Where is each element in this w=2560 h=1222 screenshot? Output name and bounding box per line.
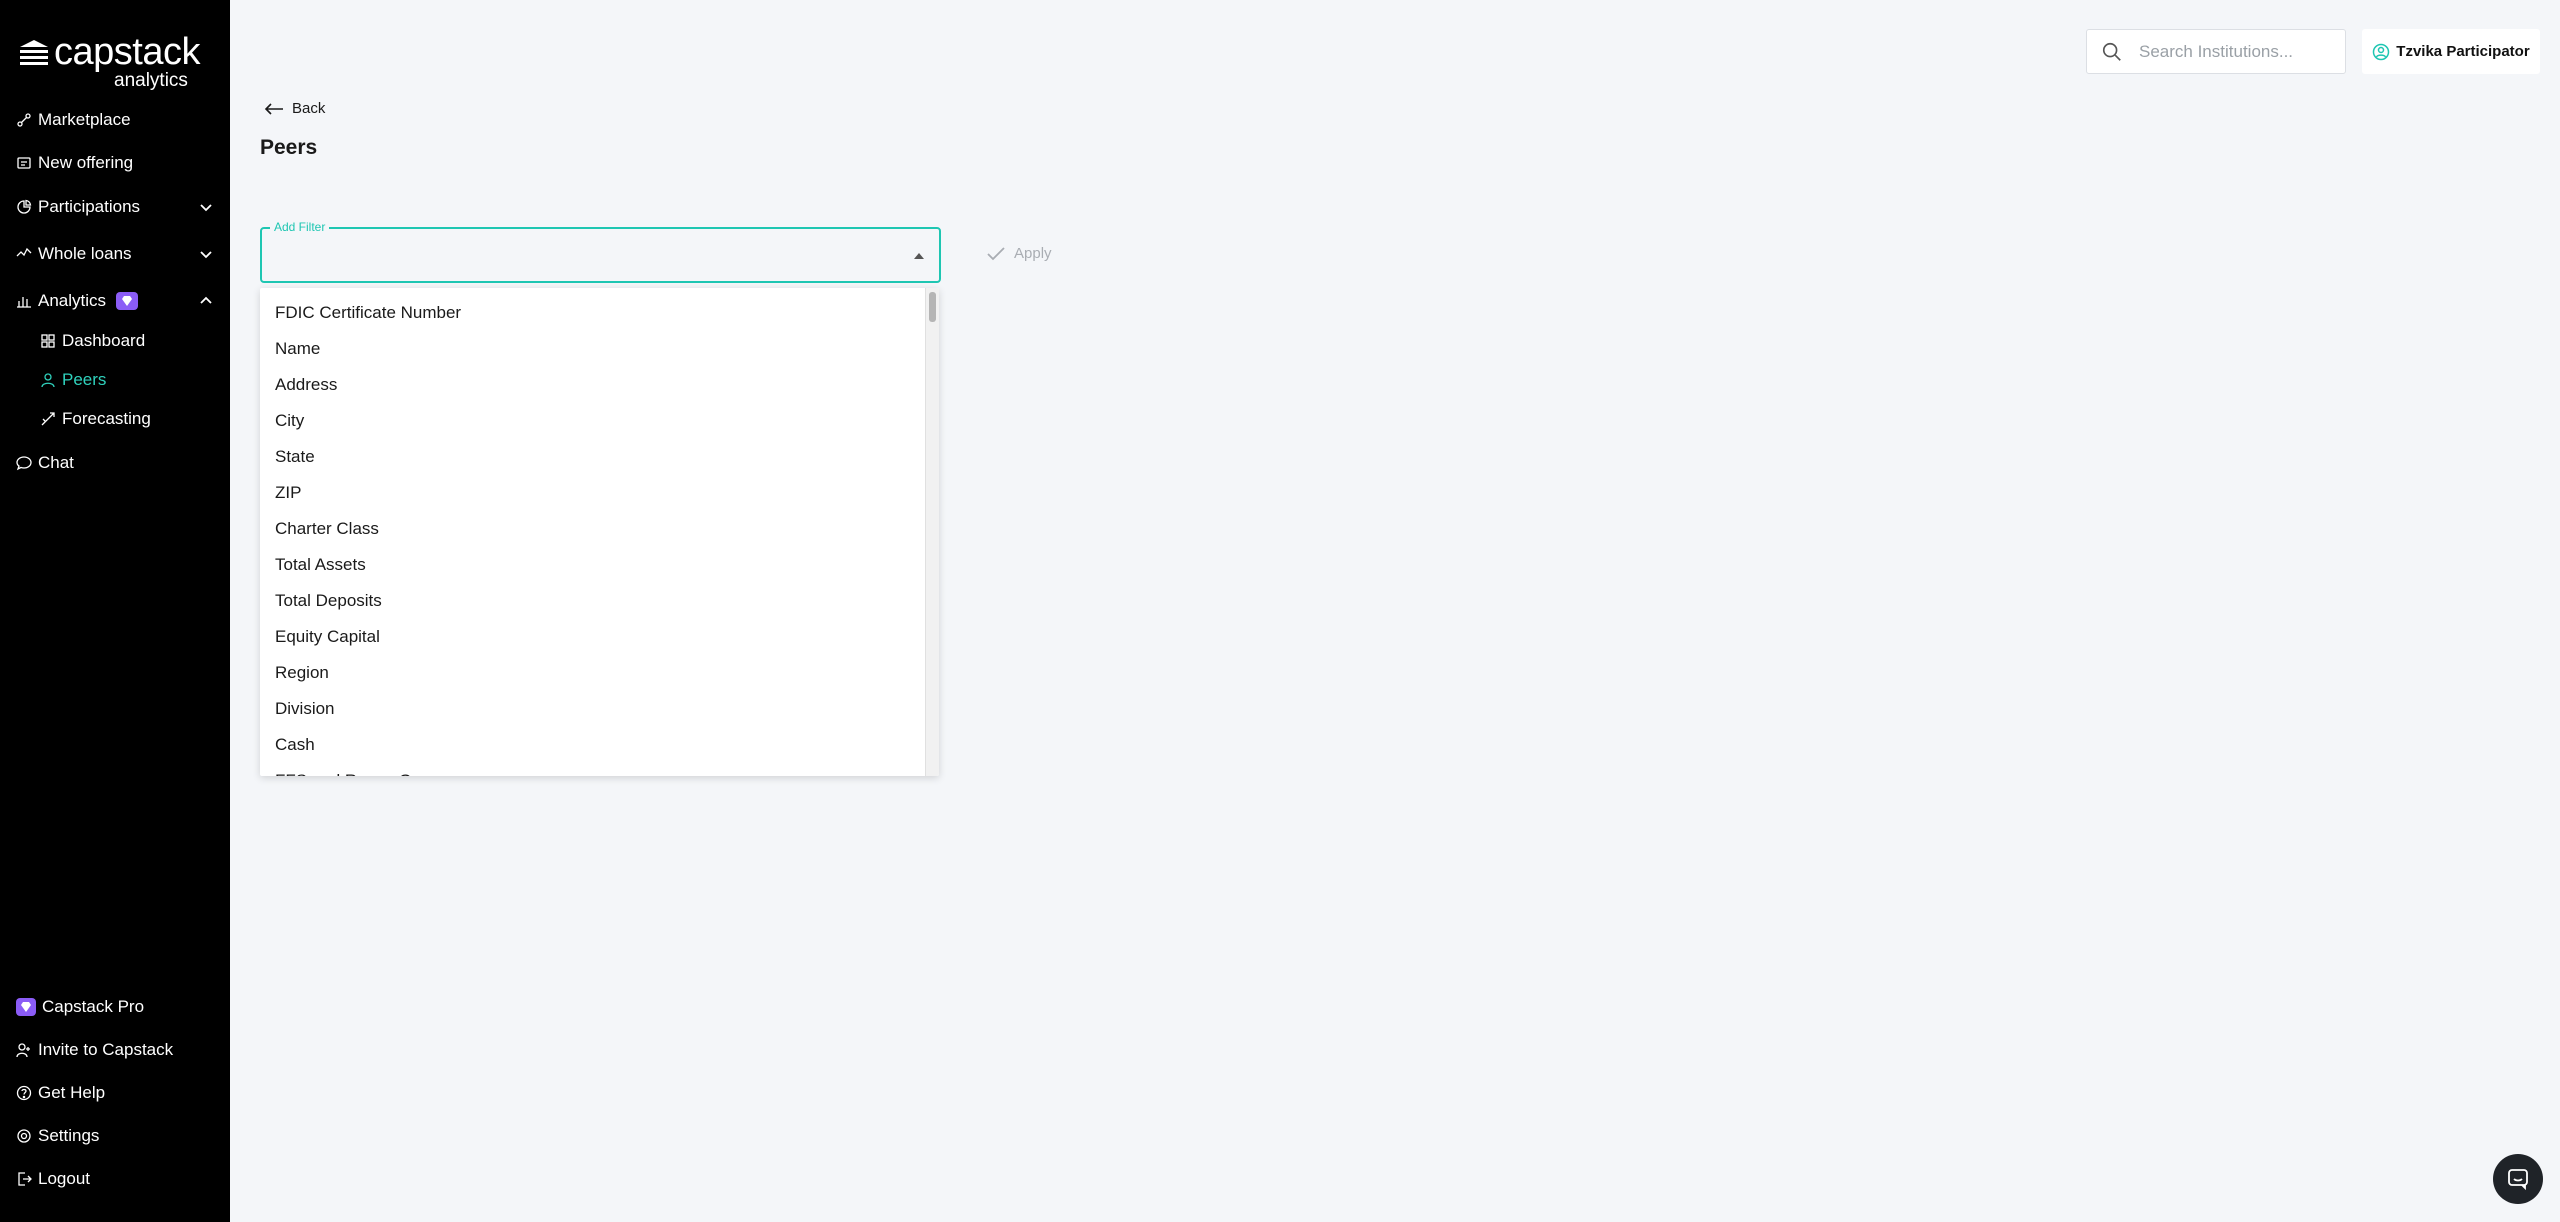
institution-search[interactable] xyxy=(2086,29,2346,74)
brand-sub: analytics xyxy=(114,70,188,91)
add-filter-select[interactable] xyxy=(260,227,941,283)
user-name: Tzvika Participator xyxy=(2396,43,2530,60)
filter-option-fdic-certificate-number[interactable]: FDIC Certificate Number xyxy=(260,300,939,336)
check-icon xyxy=(987,246,1005,260)
sidebar-item-chat[interactable]: Chat xyxy=(16,447,216,479)
new-offering-icon xyxy=(16,155,32,171)
filter-options-list: FDIC Certificate Number Name Address Cit… xyxy=(260,288,939,776)
pro-badge xyxy=(116,292,139,310)
sidebar-item-marketplace[interactable]: Marketplace xyxy=(16,104,216,136)
sidebar-item-peers[interactable]: Peers xyxy=(40,364,210,396)
filter-option-address[interactable]: Address xyxy=(260,372,939,408)
sidebar-item-label: Forecasting xyxy=(62,409,151,428)
chevron-down-icon[interactable] xyxy=(198,199,214,215)
sidebar-item-settings[interactable]: Settings xyxy=(16,1120,216,1152)
add-filter-label: Add Filter xyxy=(270,220,330,234)
marketplace-icon xyxy=(16,112,32,128)
filter-options-dropdown: FDIC Certificate Number Name Address Cit… xyxy=(260,288,939,776)
help-icon xyxy=(16,1085,32,1101)
whole-loans-icon xyxy=(16,246,32,262)
sidebar-item-label: Analytics xyxy=(38,291,107,310)
gear-icon xyxy=(16,1128,32,1144)
user-menu-button[interactable]: Tzvika Participator xyxy=(2362,29,2540,74)
chat-bubble-icon xyxy=(2508,1169,2528,1191)
sidebar-item-label: Marketplace xyxy=(38,110,131,129)
forecasting-icon xyxy=(40,411,56,427)
sidebar-item-label: Get Help xyxy=(38,1083,106,1102)
dropdown-scroll-thumb[interactable] xyxy=(929,292,936,322)
sidebar-item-label: Settings xyxy=(38,1126,100,1145)
capstack-logo[interactable]: capstack analytics xyxy=(18,30,218,91)
sidebar-item-analytics[interactable]: Analytics xyxy=(16,285,216,317)
user-circle-icon xyxy=(2373,43,2390,60)
caret-up-icon[interactable] xyxy=(914,253,924,259)
sidebar-item-label: Chat xyxy=(38,453,74,472)
apply-label: Apply xyxy=(1014,245,1052,262)
filter-option-cash[interactable]: Cash xyxy=(260,732,939,768)
capstack-logo-icon xyxy=(20,40,48,65)
sidebar-item-new-offering[interactable]: New offering xyxy=(16,147,216,179)
sidebar-item-label: New offering xyxy=(38,153,134,172)
sidebar-item-label: Whole loans xyxy=(38,244,132,263)
sidebar-item-whole-loans[interactable]: Whole loans xyxy=(16,238,216,270)
sidebar-item-label: Logout xyxy=(38,1169,90,1188)
filter-option-division[interactable]: Division xyxy=(260,696,939,732)
filter-option-ffs-and-repos[interactable]: FFS and Repos Owner xyxy=(260,768,939,776)
sidebar-item-label: Dashboard xyxy=(62,331,146,350)
sidebar-item-capstack-pro[interactable]: Capstack Pro xyxy=(16,991,216,1023)
sidebar: capstack analytics Marketplace New offer… xyxy=(0,0,230,1222)
sidebar-item-label: Peers xyxy=(62,370,107,389)
filter-option-name[interactable]: Name xyxy=(260,336,939,372)
pie-chart-icon xyxy=(16,199,32,215)
sidebar-item-invite[interactable]: Invite to Capstack xyxy=(16,1034,216,1066)
sidebar-item-dashboard[interactable]: Dashboard xyxy=(40,325,210,357)
apply-button[interactable]: Apply xyxy=(986,245,1052,262)
chevron-down-icon[interactable] xyxy=(198,246,214,262)
invite-user-icon xyxy=(16,1042,32,1058)
filter-option-city[interactable]: City xyxy=(260,408,939,444)
sidebar-item-logout[interactable]: Logout xyxy=(16,1163,216,1195)
logout-icon xyxy=(16,1171,32,1187)
sidebar-item-forecasting[interactable]: Forecasting xyxy=(40,403,210,435)
filter-option-zip[interactable]: ZIP xyxy=(260,480,939,516)
dropdown-scrollbar[interactable] xyxy=(925,288,939,776)
filter-option-equity-capital[interactable]: Equity Capital xyxy=(260,624,939,660)
arrow-left-icon xyxy=(264,102,283,115)
filter-option-total-assets[interactable]: Total Assets xyxy=(260,552,939,588)
search-input[interactable] xyxy=(2139,41,2329,62)
support-chat-button[interactable] xyxy=(2493,1154,2543,1204)
bar-chart-icon xyxy=(16,293,32,309)
sidebar-item-label: Participations xyxy=(38,197,141,216)
filter-option-total-deposits[interactable]: Total Deposits xyxy=(260,588,939,624)
sidebar-item-label: Invite to Capstack xyxy=(38,1040,174,1059)
filter-option-state[interactable]: State xyxy=(260,444,939,480)
user-icon xyxy=(40,372,56,388)
diamond-icon xyxy=(16,998,36,1016)
filter-option-region[interactable]: Region xyxy=(260,660,939,696)
chat-icon xyxy=(16,455,32,471)
back-link[interactable]: Back xyxy=(264,100,325,117)
page-title: Peers xyxy=(260,136,318,159)
brand-name: capstack xyxy=(54,31,200,73)
chevron-up-icon[interactable] xyxy=(198,293,214,309)
diamond-icon xyxy=(122,296,133,306)
sidebar-item-label: Capstack Pro xyxy=(42,997,145,1016)
search-icon xyxy=(2102,42,2121,61)
back-label: Back xyxy=(292,100,326,117)
dashboard-icon xyxy=(40,333,56,349)
sidebar-item-help[interactable]: Get Help xyxy=(16,1077,216,1109)
filter-option-charter-class[interactable]: Charter Class xyxy=(260,516,939,552)
sidebar-item-participations[interactable]: Participations xyxy=(16,191,216,223)
